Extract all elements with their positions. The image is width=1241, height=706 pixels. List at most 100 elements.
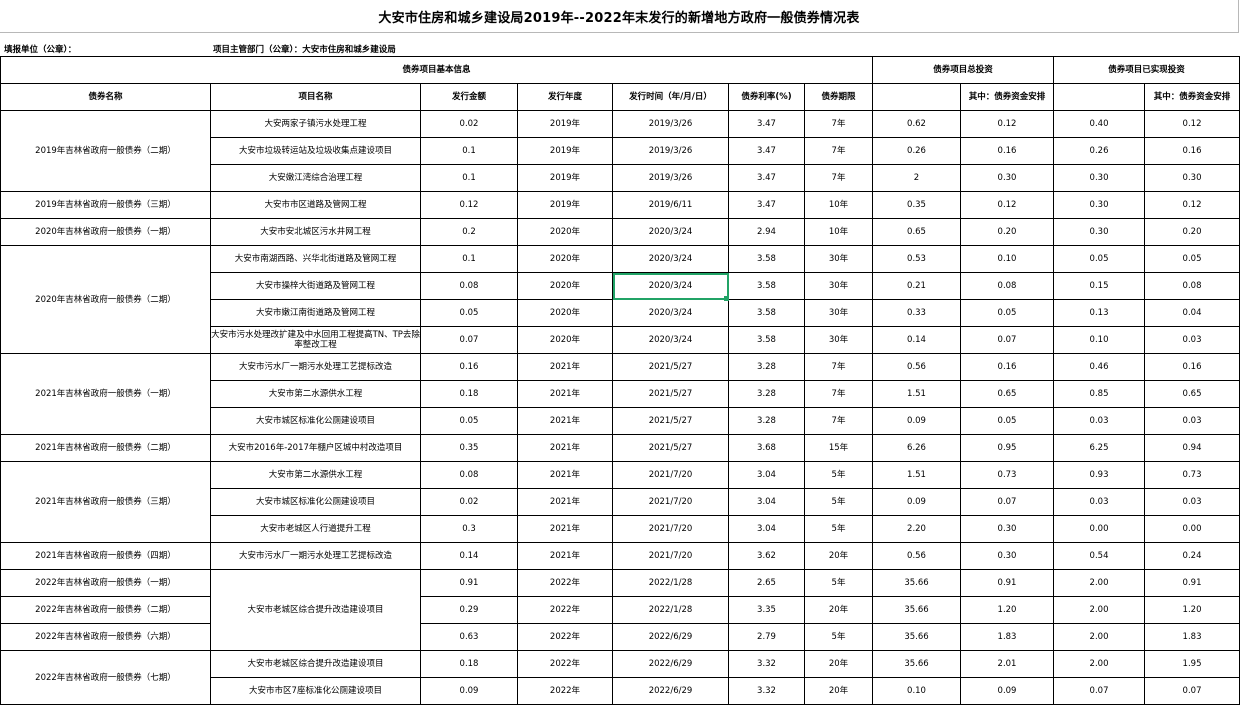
cell-rate[interactable]: 2.94 [728, 218, 805, 246]
cell-real[interactable]: 2.00 [1053, 596, 1146, 624]
cell-date[interactable]: 2022/6/29 [612, 623, 729, 651]
cell-real-bond[interactable]: 0.05 [1144, 245, 1241, 273]
cell-date[interactable]: 2021/5/27 [612, 407, 729, 435]
cell-year[interactable]: 2020年 [517, 218, 613, 246]
cell-real-bond[interactable]: 1.83 [1144, 623, 1241, 651]
cell-date[interactable]: 2022/1/28 [612, 596, 729, 624]
header-real-blank[interactable] [1053, 83, 1146, 111]
group-realized[interactable]: 债券项目已实现投资 [1053, 56, 1241, 84]
cell-real-bond[interactable]: 0.07 [1144, 677, 1241, 705]
cell-bond[interactable]: 2021年吉林省政府一般债券（三期） [0, 461, 211, 543]
cell-project[interactable]: 大安市垃圾转运站及垃圾收集点建设项目 [210, 137, 421, 165]
cell-total-bond[interactable]: 1.83 [959, 623, 1055, 651]
cell-project[interactable]: 大安市第二水源供水工程 [210, 461, 421, 489]
cell-total-bond[interactable]: 0.95 [959, 434, 1055, 462]
cell-real[interactable]: 0.10 [1053, 326, 1146, 354]
cell-term[interactable]: 30年 [804, 245, 873, 273]
cell-total-bond[interactable]: 0.91 [959, 569, 1055, 597]
cell-amount[interactable]: 0.02 [420, 110, 518, 138]
cell-total[interactable]: 0.10 [872, 677, 961, 705]
cell-bond[interactable]: 2022年吉林省政府一般债券（二期） [0, 596, 211, 624]
cell-project[interactable]: 大安市市区7座标准化公厕建设项目 [210, 677, 421, 705]
cell-real[interactable]: 0.07 [1053, 677, 1146, 705]
cell-rate[interactable]: 3.58 [728, 326, 805, 354]
cell-real-bond[interactable]: 0.04 [1144, 299, 1241, 327]
cell-bond[interactable]: 2019年吉林省政府一般债券（三期） [0, 191, 211, 219]
cell-year[interactable]: 2019年 [517, 110, 613, 138]
cell-date[interactable]: 2020/3/24 [612, 218, 729, 246]
cell-term[interactable]: 5年 [804, 515, 873, 543]
cell-total[interactable]: 0.35 [872, 191, 961, 219]
cell-total-bond[interactable]: 0.10 [959, 245, 1055, 273]
cell-real[interactable]: 0.30 [1053, 218, 1146, 246]
cell-date[interactable]: 2021/5/27 [612, 353, 729, 381]
cell-project[interactable]: 大安市污水处理改扩建及中水回用工程提高TN、TP去除率整改工程 [210, 326, 421, 354]
cell-total[interactable]: 0.09 [872, 407, 961, 435]
cell-real-bond[interactable]: 0.12 [1144, 191, 1241, 219]
cell-rate[interactable]: 3.68 [728, 434, 805, 462]
cell-date-selected[interactable]: 2020/3/24 [612, 272, 729, 300]
cell-amount[interactable]: 0.07 [420, 326, 518, 354]
cell-term[interactable]: 5年 [804, 623, 873, 651]
cell-total-bond[interactable]: 1.20 [959, 596, 1055, 624]
header-total-blank[interactable] [872, 83, 961, 111]
cell-bond[interactable]: 2019年吉林省政府一般债券（二期） [0, 110, 211, 192]
cell-date[interactable]: 2021/5/27 [612, 434, 729, 462]
cell-total[interactable]: 0.26 [872, 137, 961, 165]
cell-real-bond[interactable]: 0.00 [1144, 515, 1241, 543]
cell-real-bond[interactable]: 0.12 [1144, 110, 1241, 138]
cell-project[interactable]: 大安市城区标准化公厕建设项目 [210, 488, 421, 516]
cell-date[interactable]: 2021/5/27 [612, 380, 729, 408]
cell-year[interactable]: 2021年 [517, 380, 613, 408]
fill-unit-label[interactable]: 填报单位（公章）： [4, 43, 76, 55]
table-title[interactable]: 大安市住房和城乡建设局2019年--2022年末发行的新增地方政府一般债券情况表 [0, 7, 1238, 26]
cell-bond[interactable]: 2022年吉林省政府一般债券（七期） [0, 650, 211, 705]
cell-amount[interactable]: 0.14 [420, 542, 518, 570]
cell-project[interactable]: 大安市2016年-2017年棚户区城中村改造项目 [210, 434, 421, 462]
cell-date[interactable]: 2021/7/20 [612, 488, 729, 516]
cell-date[interactable]: 2019/6/11 [612, 191, 729, 219]
cell-total-bond[interactable]: 0.12 [959, 191, 1055, 219]
cell-total-bond[interactable]: 0.30 [959, 164, 1055, 192]
cell-year[interactable]: 2021年 [517, 434, 613, 462]
cell-amount[interactable]: 0.91 [420, 569, 518, 597]
cell-bond[interactable]: 2021年吉林省政府一般债券（四期） [0, 542, 211, 570]
cell-amount[interactable]: 0.02 [420, 488, 518, 516]
cell-real-bond[interactable]: 0.30 [1144, 164, 1241, 192]
cell-term[interactable]: 7年 [804, 353, 873, 381]
cell-real-bond[interactable]: 0.03 [1144, 407, 1241, 435]
cell-real[interactable]: 0.26 [1053, 137, 1146, 165]
cell-amount[interactable]: 0.2 [420, 218, 518, 246]
cell-year[interactable]: 2020年 [517, 272, 613, 300]
cell-amount[interactable]: 0.08 [420, 461, 518, 489]
cell-term[interactable]: 7年 [804, 407, 873, 435]
header-real-bond[interactable]: 其中：债券资金安排 [1144, 83, 1241, 111]
cell-amount[interactable]: 0.05 [420, 299, 518, 327]
cell-total-bond[interactable]: 0.05 [959, 299, 1055, 327]
cell-date[interactable]: 2022/6/29 [612, 650, 729, 678]
cell-real[interactable]: 0.03 [1053, 407, 1146, 435]
cell-term[interactable]: 7年 [804, 164, 873, 192]
cell-year[interactable]: 2021年 [517, 407, 613, 435]
cell-date[interactable]: 2020/3/24 [612, 299, 729, 327]
cell-total-bond[interactable]: 0.07 [959, 488, 1055, 516]
cell-real[interactable]: 0.03 [1053, 488, 1146, 516]
cell-total-bond[interactable]: 0.09 [959, 677, 1055, 705]
cell-real[interactable]: 0.00 [1053, 515, 1146, 543]
cell-bond[interactable]: 2022年吉林省政府一般债券（一期） [0, 569, 211, 597]
cell-project[interactable]: 大安市污水厂一期污水处理工艺提标改造 [210, 353, 421, 381]
cell-total-bond[interactable]: 0.73 [959, 461, 1055, 489]
cell-total[interactable]: 2 [872, 164, 961, 192]
cell-total-bond[interactable]: 0.07 [959, 326, 1055, 354]
header-date[interactable]: 发行时间（年/月/日） [612, 83, 729, 111]
cell-term[interactable]: 7年 [804, 380, 873, 408]
cell-term[interactable]: 20年 [804, 542, 873, 570]
cell-term[interactable]: 7年 [804, 137, 873, 165]
cell-rate[interactable]: 3.47 [728, 164, 805, 192]
cell-amount[interactable]: 0.63 [420, 623, 518, 651]
cell-amount[interactable]: 0.05 [420, 407, 518, 435]
cell-amount[interactable]: 0.18 [420, 380, 518, 408]
cell-real-bond[interactable]: 0.65 [1144, 380, 1241, 408]
cell-rate[interactable]: 3.47 [728, 191, 805, 219]
cell-date[interactable]: 2020/3/24 [612, 245, 729, 273]
